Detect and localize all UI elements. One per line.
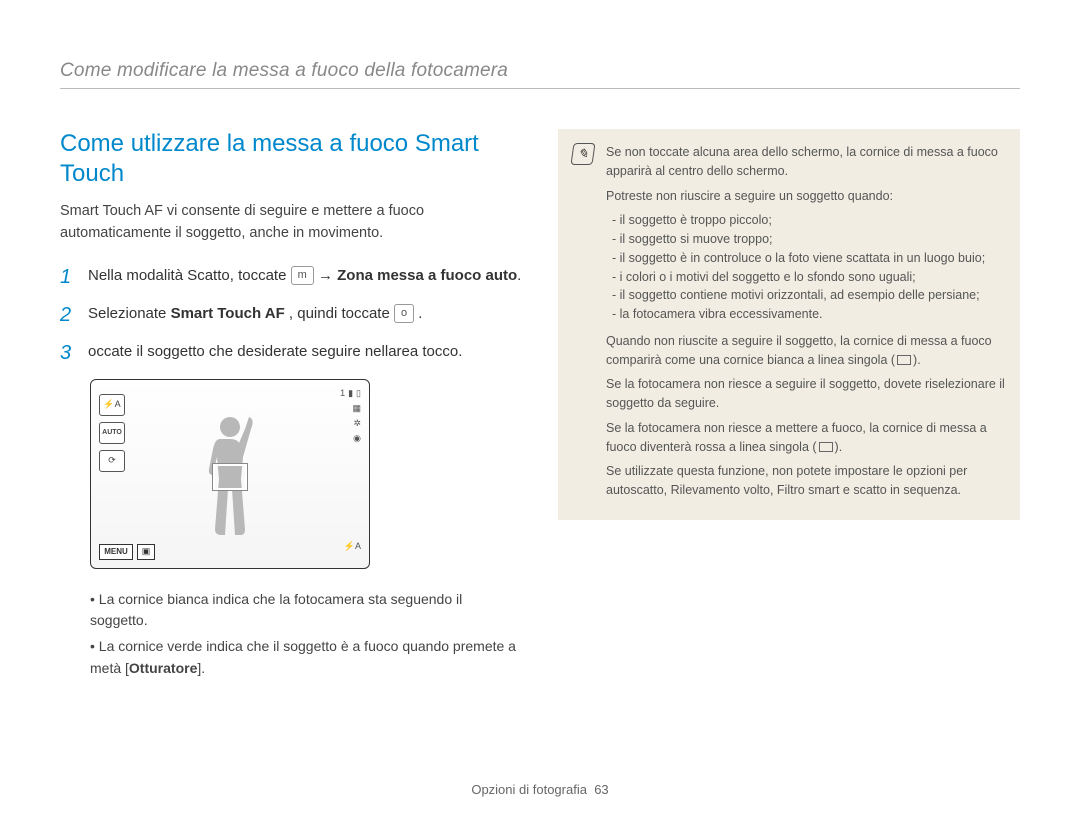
- note-box: ✎ Se non toccate alcuna area dello scher…: [558, 129, 1020, 520]
- right-column: ✎ Se non toccate alcuna area dello scher…: [558, 129, 1020, 683]
- resolution-icon: ▦: [352, 403, 361, 414]
- step3-text: occate il soggetto che desiderate seguir…: [88, 343, 462, 360]
- flash-indicator: ⚡A: [344, 541, 361, 552]
- af-icon: ◉: [353, 433, 361, 444]
- footer-section: Opzioni di fotografia: [471, 782, 587, 797]
- section-title: Come utlizzare la messa a fuoco Smart To…: [60, 129, 522, 189]
- page-header: Come modificare la messa a fuoco della f…: [60, 60, 1020, 89]
- note-p4: Se la fotocamera non riesce a seguire il…: [606, 375, 1006, 413]
- reason-item: la fotocamera vibra eccessivamente.: [612, 305, 1006, 324]
- quality-icon: ✲: [353, 418, 361, 429]
- step1-arrow: →: [318, 267, 337, 284]
- reason-item: i colori o i motivi del soggetto e lo sf…: [612, 268, 1006, 287]
- reason-item: il soggetto contiene motivi orizzontali,…: [612, 286, 1006, 305]
- reason-item: il soggetto si muove troppo;: [612, 230, 1006, 249]
- ok-icon: o: [394, 304, 414, 323]
- playback-icon: ▣: [137, 544, 155, 560]
- shots-num: 1: [340, 388, 345, 398]
- step-text: Selezionate Smart Touch AF , quindi tocc…: [88, 303, 422, 327]
- red-frame-icon: [819, 442, 833, 452]
- step2-post: .: [418, 305, 422, 322]
- header-rule: [60, 88, 1020, 89]
- bullet-white-frame: La cornice bianca indica che la fotocame…: [90, 589, 522, 632]
- note-icon: ✎: [570, 143, 595, 165]
- page-footer: Opzioni di fotografia 63: [0, 782, 1080, 797]
- step1-pre: Nella modalità Scatto, toccate: [88, 267, 291, 284]
- note-p6: Se utilizzate questa funzione, non potet…: [606, 462, 1006, 500]
- step2-mid: , quindi toccate: [289, 305, 394, 322]
- left-column: Come utlizzare la messa a fuoco Smart To…: [60, 129, 522, 683]
- step2-pre: Selezionate: [88, 305, 171, 322]
- reason-item: il soggetto è in controluce o la foto vi…: [612, 249, 1006, 268]
- note-p5: Se la fotocamera non riesce a mettere a …: [606, 419, 1006, 457]
- step-number: 3: [60, 341, 76, 365]
- note-reasons: il soggetto è troppo piccolo; il soggett…: [612, 211, 1006, 324]
- step-3: 3 occate il soggetto che desiderate segu…: [60, 341, 522, 365]
- step-text: Nella modalità Scatto, toccate m → Zona …: [88, 265, 521, 289]
- sd-icon: ▯: [356, 388, 361, 399]
- manual-page: Come modificare la messa a fuoco della f…: [0, 0, 1080, 815]
- step-number: 2: [60, 303, 76, 327]
- footer-page: 63: [594, 782, 608, 797]
- step-number: 1: [60, 265, 76, 289]
- white-frame-icon: [897, 355, 911, 365]
- menu-icon: m: [291, 266, 314, 285]
- camera-top-right-indicators: 1 ▮ ▯ ▦ ✲ ◉: [340, 388, 361, 444]
- step1-bold: Zona messa a fuoco auto: [337, 267, 517, 284]
- camera-preview-illustration: ⚡A AUTO ⟳ MENU ▣ 1 ▮ ▯ ▦ ✲ ◉ ⚡A: [90, 379, 370, 569]
- reason-item: il soggetto è troppo piccolo;: [612, 211, 1006, 230]
- flash-auto-icon: ⚡A: [99, 394, 125, 416]
- note-p1: Se non toccate alcuna area dello schermo…: [606, 143, 1006, 181]
- camera-left-icons: ⚡A AUTO ⟳: [99, 394, 125, 472]
- step-text: occate il soggetto che desiderate seguir…: [88, 341, 462, 365]
- bullet-green-frame: La cornice verde indica che il soggetto …: [90, 636, 522, 679]
- shots-remaining-indicator: 1 ▮ ▯: [340, 388, 361, 399]
- timer-off-icon: ⟳: [99, 450, 125, 472]
- step1-post: .: [517, 267, 521, 284]
- note-icon-wrap: ✎: [572, 143, 596, 506]
- menu-button-icon: MENU: [99, 544, 133, 560]
- battery-icon: ▮: [348, 388, 353, 399]
- step-2: 2 Selezionate Smart Touch AF , quindi to…: [60, 303, 522, 327]
- focus-frame-icon: [213, 464, 247, 490]
- shutter-word: Otturatore: [129, 660, 197, 676]
- caption-bullets: La cornice bianca indica che la fotocame…: [90, 589, 522, 680]
- bullet-green-text: La cornice verde indica che il soggetto …: [90, 638, 516, 676]
- section-intro: Smart Touch AF vi consente di seguire e …: [60, 201, 522, 245]
- step2-bold: Smart Touch AF: [171, 305, 285, 322]
- step-1: 1 Nella modalità Scatto, toccate m → Zon…: [60, 265, 522, 289]
- main-content: Come utlizzare la messa a fuoco Smart To…: [60, 129, 1020, 683]
- note-p2: Potreste non riuscire a seguire un sogge…: [606, 187, 1006, 206]
- header-title: Come modificare la messa a fuoco della f…: [60, 60, 1020, 82]
- camera-menu-row: MENU ▣: [99, 544, 155, 560]
- auto-mode-icon: AUTO: [99, 422, 125, 444]
- note-p3: Quando non riuscite a seguire il soggett…: [606, 332, 1006, 370]
- note-body: Se non toccate alcuna area dello schermo…: [606, 143, 1006, 506]
